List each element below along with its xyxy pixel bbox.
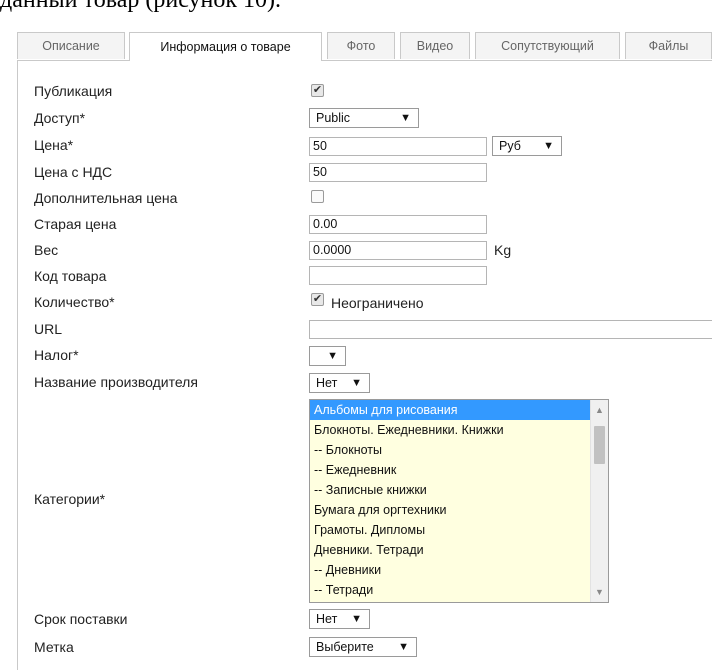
tag-select[interactable]: Выберите ▼	[309, 637, 417, 657]
manufacturer-label: Название производителя	[34, 374, 198, 390]
weight-unit: Kg	[494, 242, 512, 258]
category-option[interactable]: -- Дневники	[310, 560, 590, 580]
delivery-select-value: Нет	[316, 612, 338, 626]
access-select-value: Public	[316, 111, 351, 125]
category-option[interactable]: Блокноты. Ежедневники. Книжки	[310, 420, 590, 440]
category-option[interactable]: Бумага для оргтехники	[310, 500, 590, 520]
chevron-down-icon: ▼	[351, 613, 362, 625]
scroll-up-icon[interactable]: ▲	[591, 402, 608, 418]
sku-input[interactable]	[309, 266, 487, 285]
publication-checkbox[interactable]: ✔	[311, 84, 324, 97]
tab-video[interactable]: Видео	[400, 32, 470, 59]
chevron-down-icon: ▼	[351, 377, 362, 389]
access-label: Доступ*	[34, 110, 86, 126]
tab-description[interactable]: Описание	[17, 32, 125, 59]
categories-label: Категории*	[34, 491, 106, 507]
extra-price-label: Дополнительная цена	[34, 190, 178, 206]
chevron-down-icon: ▼	[400, 112, 411, 124]
delivery-select[interactable]: Нет ▼	[309, 609, 370, 629]
price-label: Цена*	[34, 137, 74, 153]
category-option[interactable]: Дневники. Тетради	[310, 540, 590, 560]
url-input[interactable]	[309, 320, 712, 339]
tag-label: Метка	[34, 639, 74, 655]
scrollbar-thumb[interactable]	[594, 426, 605, 464]
scroll-down-icon[interactable]: ▼	[591, 584, 608, 600]
url-label: URL	[34, 321, 63, 337]
manufacturer-select[interactable]: Нет ▼	[309, 373, 370, 393]
price-vat-input[interactable]: 50	[309, 163, 487, 182]
tab-product-info[interactable]: Информация о товаре	[129, 32, 322, 61]
price-vat-label: Цена с НДС	[34, 164, 113, 180]
category-option[interactable]: -- Блокноты	[310, 440, 590, 460]
currency-select-value: Руб	[499, 139, 521, 153]
manufacturer-select-value: Нет	[316, 376, 338, 390]
publication-label: Публикация	[34, 83, 113, 99]
category-option[interactable]: Альбомы для рисования	[310, 400, 590, 420]
category-option[interactable]: -- Записные книжки	[310, 480, 590, 500]
access-select[interactable]: Public ▼	[309, 108, 419, 128]
tag-select-value: Выберите	[316, 640, 374, 654]
unlimited-label: Неограничено	[331, 295, 424, 311]
tab-related[interactable]: Сопутствующий	[475, 32, 620, 59]
category-option[interactable]: Грамоты. Дипломы	[310, 520, 590, 540]
old-price-input[interactable]: 0.00	[309, 215, 487, 234]
sku-label: Код товара	[34, 268, 107, 284]
unlimited-checkbox[interactable]: ✔	[311, 293, 324, 306]
categories-listbox[interactable]: Альбомы для рисования Блокноты. Ежедневн…	[309, 399, 609, 603]
tab-files[interactable]: Файлы	[625, 32, 712, 59]
chevron-down-icon: ▼	[327, 350, 338, 362]
tax-select[interactable]: ▼	[309, 346, 346, 366]
quantity-label: Количество*	[34, 294, 115, 310]
listbox-scrollbar[interactable]: ▲ ▼	[590, 400, 608, 602]
old-price-label: Старая цена	[34, 216, 117, 232]
price-input[interactable]: 50	[309, 137, 487, 156]
document-caption: данный товар (рисунок 10).	[0, 0, 282, 13]
tab-photo[interactable]: Фото	[327, 32, 395, 59]
tab-bar: Описание Информация о товаре Фото Видео …	[17, 32, 712, 61]
tax-label: Налог*	[34, 347, 79, 363]
chevron-down-icon: ▼	[398, 641, 409, 653]
extra-price-checkbox[interactable]	[311, 190, 324, 203]
category-option[interactable]: -- Тетради	[310, 580, 590, 600]
currency-select[interactable]: Руб ▼	[492, 136, 562, 156]
category-option[interactable]: -- Ежедневник	[310, 460, 590, 480]
chevron-down-icon: ▼	[543, 140, 554, 152]
weight-label: Вес	[34, 242, 59, 258]
delivery-label: Срок поставки	[34, 611, 128, 627]
weight-input[interactable]: 0.0000	[309, 241, 487, 260]
